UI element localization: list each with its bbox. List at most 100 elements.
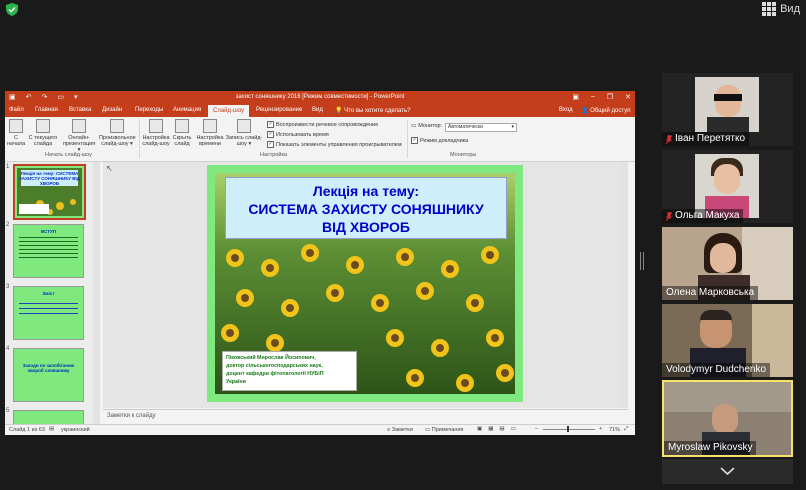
chevron-down-icon: [720, 467, 735, 476]
normal-view-icon[interactable]: ▣: [477, 426, 482, 432]
author-box[interactable]: Піковський Мирослав Йосипович, доктор сі…: [222, 351, 357, 391]
checkbox-checked: ✓: [411, 137, 418, 144]
slide-thumbnail-2[interactable]: ВСТУП: [13, 224, 84, 278]
restore-icon[interactable]: ❐: [607, 93, 613, 101]
tab-animation[interactable]: Анимация: [173, 107, 201, 113]
participant-namebar: Ольга Макуха: [662, 209, 744, 223]
rehearse-timings-button[interactable]: Настройка времени: [195, 119, 225, 147]
slide-thumbnail-1[interactable]: Лекція на тему: СИСТЕМА ЗАХИСТУ СОНЯШНИК…: [13, 164, 86, 220]
minimize-icon[interactable]: –: [591, 93, 595, 101]
participant-namebar: Іван Перетятко: [662, 132, 750, 146]
monitor-icon: ▭: [411, 123, 417, 129]
thumb-number: 4: [6, 346, 10, 352]
monitor-value: Автоматически: [448, 124, 483, 130]
tab-file[interactable]: Файл: [9, 107, 24, 113]
slide-counter: Слайд 1 из 63: [9, 427, 45, 433]
thumb-text-line: [19, 257, 78, 258]
notes-pane[interactable]: Заметки к слайду: [103, 409, 628, 424]
zoom-level[interactable]: 71%: [609, 427, 620, 433]
thumb-number: 5: [6, 408, 10, 414]
slide-thumbnail-4[interactable]: Заходи по запобіганню хвороб соняшнику: [13, 348, 84, 402]
sign-in-link[interactable]: Вход: [559, 107, 573, 113]
slide-sorter-icon[interactable]: ▦: [488, 426, 493, 432]
participant-name: Myroslaw Pikovsky: [668, 442, 753, 453]
powerpoint-window: ▣ ↶ ↷ ▭ ▾ захист соняшнику 2016 [Режим с…: [5, 91, 635, 435]
thumb-text-line: [19, 237, 78, 238]
ribbon-options-icon[interactable]: ▣: [572, 93, 579, 101]
notes-toggle[interactable]: ≡ Заметки: [387, 427, 413, 433]
author-line: доцент кафедри фітопатології НУБіП: [226, 371, 324, 377]
ribbon: Сначала С текущего слайда Онлайн-презента…: [5, 117, 635, 162]
tell-me-box[interactable]: 💡 Что вы хотите сделать?: [335, 107, 410, 114]
use-timings-checkbox[interactable]: ✓ Использовать время: [267, 131, 329, 138]
panel-splitter-handle[interactable]: [640, 252, 644, 270]
btn-label: слайд-шоу: [142, 141, 170, 147]
custom-slideshow-button[interactable]: Произвольное слайд-шоу ▾: [99, 119, 136, 147]
participant-tile-1[interactable]: Іван Перетятко: [662, 73, 793, 146]
zoom-slider[interactable]: [543, 429, 595, 430]
presenter-view-checkbox[interactable]: ✓ Режим докладчика: [411, 137, 468, 144]
from-current-slide-button[interactable]: С текущего слайда: [27, 119, 59, 147]
monitor-select[interactable]: Автоматически ▾: [445, 123, 517, 132]
record-slideshow-button[interactable]: Запись слайд-шоу ▾: [225, 119, 263, 147]
participant-name: Ольга Макуха: [675, 210, 740, 221]
online-presentation-button[interactable]: Онлайн-презентация ▾: [61, 119, 97, 153]
slide-title-line1: Лекція на тему:: [312, 183, 420, 199]
hide-slide-button[interactable]: Скрыть слайд: [171, 119, 193, 147]
tab-design[interactable]: Дизайн: [102, 107, 122, 113]
share-button[interactable]: 👤 Общий доступ: [581, 107, 630, 114]
mic-muted-icon: [666, 211, 672, 221]
from-beginning-button[interactable]: Сначала: [7, 119, 25, 147]
slide-edit-area: ↖ Лекція на тему: СИСТЕМА ЗАХИСТУ СОНЯШН…: [103, 162, 628, 408]
scroll-participants-down-button[interactable]: [662, 459, 793, 484]
thumbnail-scrollbar[interactable]: [93, 162, 100, 424]
status-bar: Слайд 1 из 63 ▤ украинский ≡ Заметки ▭ П…: [5, 424, 635, 435]
tab-review[interactable]: Рецензирование: [256, 107, 302, 113]
view-buttons: ▣ ▦ ▤ ▭: [477, 426, 516, 432]
btn-label: начала: [7, 141, 26, 147]
checkbox-label: Режим докладчика: [420, 137, 469, 144]
show-media-controls-checkbox[interactable]: ✓ Показать элементы управления проигрыват…: [267, 141, 402, 148]
zoom-out-icon[interactable]: –: [535, 426, 538, 432]
zoom-slider-thumb[interactable]: [567, 426, 569, 432]
slideshow-view-icon[interactable]: ▭: [511, 426, 516, 432]
comments-toggle[interactable]: ▭ Примечания: [425, 427, 464, 433]
language-indicator[interactable]: украинский: [61, 427, 90, 433]
spellcheck-icon[interactable]: ▤: [49, 426, 54, 432]
tab-transitions[interactable]: Переходы: [135, 107, 163, 113]
current-slide[interactable]: Лекція на тему: СИСТЕМА ЗАХИСТУ СОНЯШНИК…: [207, 165, 523, 402]
slide-thumbnail-5[interactable]: [13, 410, 84, 424]
slide-thumbnail-3[interactable]: Зміст: [13, 286, 84, 340]
slideshow-current-icon: [36, 119, 50, 133]
reading-view-icon[interactable]: ▤: [499, 426, 504, 432]
author-line: доктор сільськогосподарських наук,: [226, 363, 323, 369]
ribbon-tabs: Файл Главная Вставка Дизайн Переходы Ани…: [5, 105, 635, 117]
close-icon[interactable]: ✕: [625, 93, 631, 101]
thumb-number: 3: [6, 284, 10, 290]
play-narrations-checkbox[interactable]: ✓ Воспроизвести речевое сопровождение: [267, 121, 378, 128]
tab-insert[interactable]: Вставка: [69, 107, 91, 113]
slide-title-box[interactable]: Лекція на тему: СИСТЕМА ЗАХИСТУ СОНЯШНИК…: [225, 177, 507, 239]
thumb-text-line: [19, 249, 78, 250]
security-shield-icon[interactable]: [6, 3, 18, 16]
chevron-down-icon: ▾: [511, 124, 514, 130]
participant-tile-4[interactable]: Volodymyr Dudchenko: [662, 304, 793, 377]
participant-namebar: Олена Марковська: [662, 286, 759, 300]
participant-tile-3[interactable]: Олена Марковська: [662, 227, 793, 300]
tab-slideshow[interactable]: Слайд-шоу: [208, 105, 250, 117]
group-label-monitors: Мониторы: [450, 152, 477, 158]
group-separator: [407, 120, 408, 158]
participant-tile-2[interactable]: Ольга Макуха: [662, 150, 793, 223]
setup-slideshow-button[interactable]: Настройка слайд-шоу: [141, 119, 171, 147]
slide-scrollbar[interactable]: [621, 162, 628, 408]
checkbox-label: Показать элементы управления проигрывате…: [276, 141, 402, 148]
fit-to-window-icon[interactable]: ⤢: [624, 426, 628, 433]
view-button[interactable]: Вид: [762, 2, 800, 16]
thumb-title: Зміст: [42, 291, 55, 296]
tab-home[interactable]: Главная: [35, 107, 58, 113]
tab-view[interactable]: Вид: [312, 107, 323, 113]
participant-tile-5-active-speaker[interactable]: Myroslaw Pikovsky: [662, 380, 793, 457]
btn-label: времени: [199, 141, 221, 147]
zoom-in-icon[interactable]: +: [599, 426, 602, 432]
comments-toggle-label: Примечания: [431, 427, 464, 433]
